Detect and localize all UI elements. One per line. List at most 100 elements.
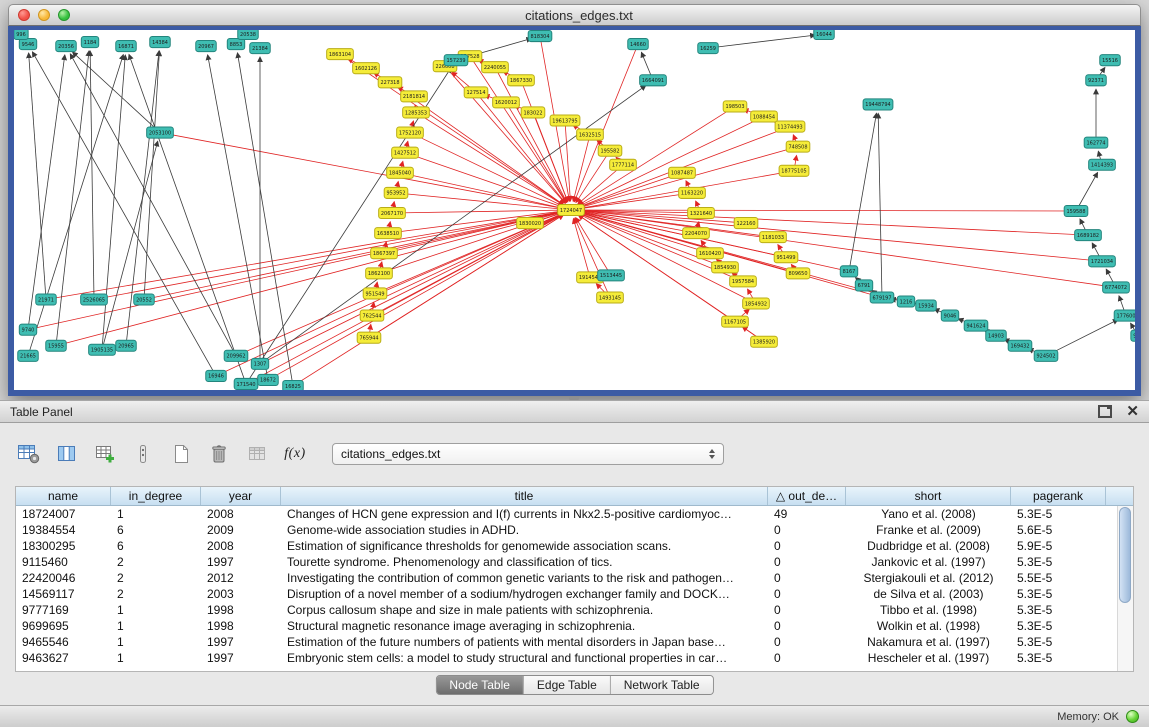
graph-node[interactable]: 177600 — [1114, 310, 1135, 321]
window-titlebar[interactable]: citations_edges.txt — [8, 4, 1141, 26]
graph-node[interactable]: 1167105 — [722, 316, 749, 327]
tab-edge-table[interactable]: Edge Table — [523, 676, 610, 694]
table-row[interactable]: 1938455462009Genome-wide association stu… — [16, 522, 1118, 538]
graph-node[interactable]: 15516 — [1100, 55, 1121, 66]
table-row[interactable]: 969969511998Structural magnetic resonanc… — [16, 618, 1118, 634]
graph-node[interactable]: 1957584 — [730, 276, 757, 287]
graph-node[interactable]: 9546 — [19, 39, 36, 50]
graph-node[interactable]: 1493145 — [597, 292, 624, 303]
graph-node[interactable]: 19448794 — [863, 99, 893, 110]
import-table-button[interactable] — [242, 441, 272, 467]
close-panel-icon[interactable]: ✕ — [1126, 406, 1139, 418]
delete-table-button[interactable] — [204, 441, 234, 467]
graph-node[interactable]: 16871 — [116, 41, 137, 52]
graph-node[interactable]: 16946 — [206, 370, 227, 381]
graph-node[interactable]: 1863104 — [327, 49, 354, 60]
graph-node[interactable]: 1862100 — [366, 268, 393, 279]
graph-node[interactable]: 953952 — [384, 187, 408, 198]
graph-node[interactable]: 15955 — [46, 340, 67, 351]
graph-node[interactable]: 1632515 — [577, 129, 604, 140]
table-row[interactable]: 946554611997Estimation of the future num… — [16, 634, 1118, 650]
tab-node-table[interactable]: Node Table — [436, 676, 523, 694]
column-header-out_degree[interactable]: △ out_de… — [768, 487, 846, 505]
graph-node[interactable]: 1664091 — [640, 75, 667, 86]
graph-node[interactable]: 1689182 — [1075, 230, 1102, 241]
graph-node[interactable]: 1321640 — [688, 207, 715, 218]
graph-node[interactable]: 748508 — [786, 141, 810, 152]
column-header-pagerank[interactable]: pagerank — [1011, 487, 1106, 505]
column-header-year[interactable]: year — [201, 487, 281, 505]
close-window-button[interactable] — [18, 9, 30, 21]
graph-node[interactable]: 21971 — [36, 294, 57, 305]
new-column-button[interactable] — [90, 441, 120, 467]
graph-node[interactable]: 1181033 — [760, 232, 787, 243]
graph-node[interactable]: 1752120 — [397, 127, 424, 138]
graph-node[interactable]: 20965 — [116, 340, 137, 351]
graph-node[interactable]: 21665 — [18, 350, 39, 361]
graph-node[interactable]: 2240055 — [482, 62, 509, 73]
graph-node[interactable]: 169432 — [1008, 340, 1032, 351]
graph-node[interactable]: 2526065 — [81, 294, 108, 305]
graph-node[interactable]: 20552 — [134, 294, 155, 305]
zoom-window-button[interactable] — [58, 9, 70, 21]
graph-node[interactable]: 18775105 — [779, 165, 809, 176]
graph-node[interactable]: 8853 — [227, 39, 244, 50]
graph-node[interactable]: 15934 — [916, 300, 937, 311]
graph-node[interactable]: 1830020 — [517, 218, 544, 229]
graph-node[interactable]: 9046 — [941, 310, 958, 321]
graph-node[interactable]: 2204070 — [683, 228, 710, 239]
graph-node[interactable]: 809650 — [786, 268, 810, 279]
float-panel-icon[interactable] — [1098, 405, 1112, 418]
graph-node[interactable]: 14903 — [986, 330, 1007, 341]
graph-node[interactable]: 16259 — [698, 43, 719, 54]
minimize-window-button[interactable] — [38, 9, 50, 21]
table-selector-combo[interactable]: citations_edges.txt — [332, 443, 724, 465]
graph-node[interactable]: 2053100 — [147, 127, 174, 138]
graph-node[interactable]: 1867330 — [508, 75, 535, 86]
graph-node[interactable]: 1216 — [897, 296, 914, 307]
graph-node[interactable]: 1385920 — [751, 336, 778, 347]
graph-node[interactable]: 1724047 — [558, 204, 585, 215]
graph-node[interactable]: 183022 — [521, 107, 545, 118]
graph-node[interactable]: 1867397 — [371, 248, 398, 259]
graph-node[interactable]: 171540 — [234, 378, 258, 389]
graph-node[interactable]: 1721034 — [1089, 256, 1116, 267]
graph-node[interactable]: 956 — [1131, 330, 1135, 341]
graph-node[interactable]: 1777114 — [610, 159, 637, 170]
graph-node[interactable]: 162774 — [1084, 137, 1108, 148]
graph-node[interactable]: 1513445 — [598, 270, 625, 281]
graph-node[interactable]: 159588 — [1064, 205, 1088, 216]
table-row[interactable]: 1830029562008Estimation of significance … — [16, 538, 1118, 554]
graph-node[interactable]: 1854930 — [712, 262, 739, 273]
graph-node[interactable]: 20538 — [238, 30, 259, 40]
graph-node[interactable]: 951499 — [774, 252, 798, 263]
graph-node[interactable]: 157239 — [444, 55, 468, 66]
graph-node[interactable]: 127514 — [464, 87, 488, 98]
graph-node[interactable]: 227318 — [378, 77, 402, 88]
table-mode-button[interactable] — [14, 441, 44, 467]
graph-node[interactable]: 1414393 — [1089, 159, 1116, 170]
graph-node[interactable]: 16044 — [814, 30, 835, 40]
graph-node[interactable]: 818304 — [528, 31, 552, 42]
graph-node[interactable]: 941624 — [964, 320, 988, 331]
graph-node[interactable]: 2067170 — [379, 207, 406, 218]
graph-node[interactable]: 6791 — [855, 280, 872, 291]
graph-node[interactable]: 18672 — [258, 374, 279, 385]
show-columns-button[interactable] — [52, 441, 82, 467]
graph-node[interactable]: 1854932 — [743, 298, 770, 309]
graph-node[interactable]: 1905135 — [89, 344, 116, 355]
table-row[interactable]: 977716911998Corpus callosum shape and si… — [16, 602, 1118, 618]
graph-node[interactable]: 924502 — [1034, 350, 1058, 361]
graph-node[interactable]: 1602126 — [353, 63, 380, 74]
graph-node[interactable]: 1184 — [81, 37, 98, 48]
graph-node[interactable]: 209962 — [224, 350, 248, 361]
graph-node[interactable]: 762544 — [360, 310, 384, 321]
graph-node[interactable]: 2181814 — [401, 91, 428, 102]
graph-node[interactable]: 1620012 — [493, 97, 520, 108]
column-header-short[interactable]: short — [846, 487, 1011, 505]
graph-node[interactable]: 1610420 — [697, 248, 724, 259]
table-scrollbar[interactable] — [1117, 506, 1133, 671]
graph-node[interactable]: 8167 — [840, 266, 857, 277]
graph-node[interactable]: 20967 — [196, 41, 217, 52]
graph-node[interactable]: 14384 — [150, 37, 171, 48]
